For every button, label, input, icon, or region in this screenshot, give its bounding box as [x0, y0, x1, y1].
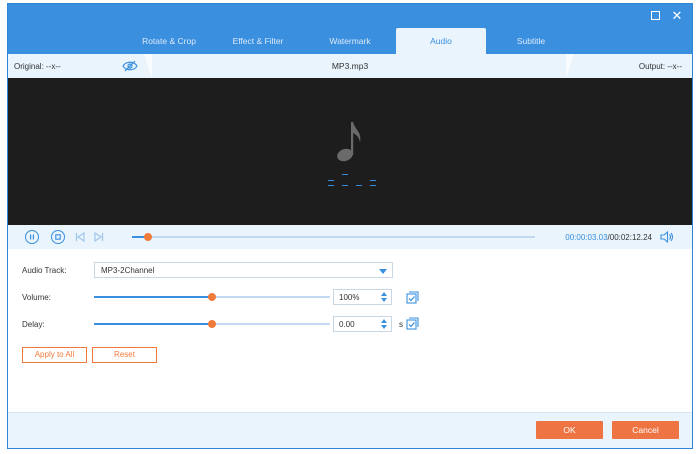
cancel-button[interactable]: Cancel [612, 421, 679, 439]
volume-apply-icon[interactable] [406, 291, 419, 306]
pause-icon[interactable] [25, 230, 39, 244]
volume-stepper[interactable]: 100% [333, 289, 392, 305]
delay-increment-icon[interactable] [381, 319, 387, 323]
tab-audio[interactable]: Audio [396, 28, 486, 54]
delay-stepper[interactable]: 0.00 [333, 316, 392, 332]
next-icon[interactable] [94, 231, 104, 245]
tab-effect-filter[interactable]: Effect & Filter [216, 28, 300, 54]
music-note-icon [336, 120, 362, 164]
apply-to-all-button[interactable]: Apply to All [22, 347, 87, 363]
tab-rotate-crop[interactable]: Rotate & Crop [128, 28, 210, 54]
info-divider-right [566, 54, 574, 78]
info-divider-left [144, 54, 152, 78]
delay-slider-fill [94, 323, 212, 325]
audio-editor-window: ✕ Rotate & Crop Effect & Filter Watermar… [7, 3, 693, 449]
volume-label: Volume: [22, 293, 51, 302]
output-resolution-label: Output: --x-- [638, 62, 682, 71]
tab-watermark[interactable]: Watermark [308, 28, 392, 54]
close-icon[interactable]: ✕ [670, 9, 684, 23]
title-bar: ✕ Rotate & Crop Effect & Filter Watermar… [8, 4, 692, 54]
progress-handle[interactable] [144, 233, 153, 241]
time-display: 00:00:03.03/00:02:12.24 [565, 233, 652, 242]
equalizer-icon [326, 174, 378, 186]
delay-unit: s [399, 320, 403, 329]
volume-value: 100% [339, 293, 360, 302]
audio-track-select[interactable]: MP3-2Channel [94, 262, 393, 278]
ok-button[interactable]: OK [536, 421, 603, 439]
volume-slider-handle[interactable] [208, 293, 216, 301]
audio-track-label: Audio Track: [22, 266, 67, 275]
progress-track[interactable] [132, 233, 535, 241]
volume-icon[interactable] [660, 230, 674, 245]
chevron-down-icon [379, 269, 387, 274]
volume-slider[interactable] [94, 293, 330, 301]
total-time: /00:02:12.24 [607, 233, 652, 242]
reset-button[interactable]: Reset [92, 347, 157, 363]
delay-label: Delay: [22, 320, 45, 329]
volume-slider-fill [94, 296, 212, 298]
delay-value: 0.00 [339, 320, 355, 329]
file-name: MP3.mp3 [331, 61, 369, 71]
delay-slider-handle[interactable] [208, 320, 216, 328]
audio-track-value: MP3-2Channel [101, 266, 155, 275]
delay-slider[interactable] [94, 320, 330, 328]
tab-subtitle[interactable]: Subtitle [494, 28, 568, 54]
preview-area [8, 78, 692, 225]
previous-icon[interactable] [75, 231, 85, 245]
delay-decrement-icon[interactable] [381, 325, 387, 329]
stop-icon[interactable] [51, 230, 65, 244]
footer-bar: OK Cancel [8, 412, 692, 448]
volume-increment-icon[interactable] [381, 292, 387, 296]
playback-bar: 00:00:03.03/00:02:12.24 [8, 225, 692, 249]
current-time: 00:00:03.03 [565, 233, 608, 242]
delay-apply-icon[interactable] [406, 317, 419, 332]
info-bar: Original: --x-- MP3.mp3 Output: --x-- [8, 54, 692, 78]
maximize-icon[interactable] [648, 9, 662, 23]
volume-decrement-icon[interactable] [381, 298, 387, 302]
